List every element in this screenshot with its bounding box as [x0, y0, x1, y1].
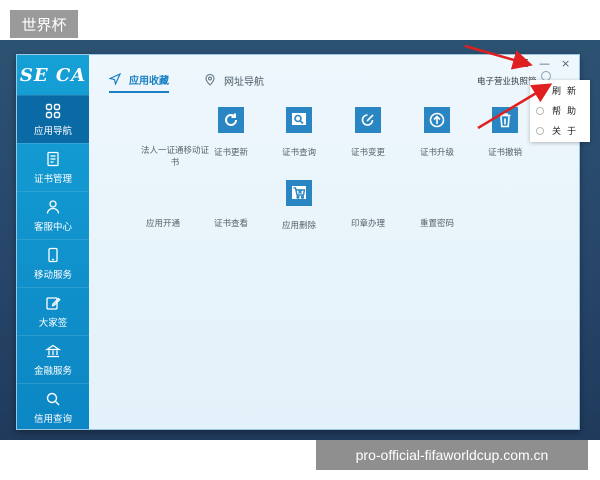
- app-window: SE CA 应用导航 证书管理 客服中心 移动服务 大家签 金融服务 信用查询 …: [16, 54, 580, 430]
- menu-item-about[interactable]: 关于: [530, 121, 590, 140]
- refresh-icon: [225, 113, 237, 126]
- app-label: 证书查看: [213, 219, 248, 229]
- sidebar-item-cert-manage[interactable]: 证书管理: [17, 143, 89, 191]
- sidebar-item-label: 信用查询: [33, 413, 72, 425]
- app-label: 证书查询: [281, 148, 316, 158]
- menu-item-label: 刷新: [552, 87, 583, 97]
- send-icon: [109, 73, 121, 85]
- refresh-icon: [536, 86, 544, 95]
- sidebar-item-label: 应用导航: [33, 125, 72, 137]
- menu-icon[interactable]: ☰: [519, 57, 529, 70]
- user-icon: [46, 199, 60, 214]
- menu-item-refresh[interactable]: 刷新: [530, 81, 590, 100]
- watermark: pro-official-fifaworldcup.com.cn: [316, 440, 588, 470]
- bank-icon: [45, 344, 61, 357]
- app-label: 应用开通: [145, 219, 180, 229]
- app-cert-change[interactable]: 证书变更: [330, 107, 406, 159]
- sidebar: SE CA 应用导航 证书管理 客服中心 移动服务 大家签 金融服务 信用查询: [17, 55, 89, 429]
- sidebar-item-label: 大家签: [38, 317, 68, 329]
- top-bar: 应用收藏 网址导航 电子营业执照管 ☰ — ×: [89, 55, 579, 95]
- grid-icon: [45, 103, 61, 118]
- sidebar-item-credit-query[interactable]: 信用查询: [17, 383, 89, 431]
- tab-label: 应用收藏: [129, 75, 169, 87]
- context-menu: 刷新 帮助 关于: [530, 80, 590, 142]
- edit-icon: [46, 296, 61, 310]
- menu-item-label: 关于: [552, 127, 583, 137]
- app-activation[interactable]: 应用开通: [125, 218, 201, 230]
- search-icon: [292, 113, 306, 125]
- app-delete[interactable]: 应用删除: [261, 180, 337, 232]
- app-tile: [286, 107, 312, 133]
- app-label: 重置密码: [419, 219, 454, 229]
- tab-label: 网址导航: [224, 76, 264, 88]
- app-cert-view[interactable]: 证书查看: [193, 218, 269, 230]
- app-label: 证书更新: [213, 148, 248, 158]
- tab-url-nav[interactable]: 网址导航: [204, 67, 264, 93]
- app-logo: SE CA: [19, 64, 87, 86]
- location-pin-icon: [205, 74, 215, 86]
- document-icon: [47, 151, 59, 166]
- upload-icon: [429, 112, 445, 128]
- help-icon: [536, 106, 544, 115]
- cart-delete-icon: [292, 186, 306, 199]
- app-label: 证书变更: [350, 148, 385, 158]
- app-tile: [218, 107, 244, 133]
- app-label: 证书升级: [419, 148, 454, 158]
- menu-item-help[interactable]: 帮助: [530, 101, 590, 120]
- phone-icon: [48, 247, 58, 262]
- sidebar-item-dajiaqian[interactable]: 大家签: [17, 287, 89, 335]
- sidebar-item-finance[interactable]: 金融服务: [17, 335, 89, 383]
- trash-icon: [499, 113, 511, 128]
- corner-tag: 世界杯: [10, 10, 78, 38]
- search-icon: [46, 392, 60, 405]
- app-tile: [286, 180, 312, 206]
- menu-item-label: 帮助: [552, 107, 583, 117]
- sidebar-item-label: 移动服务: [33, 269, 72, 281]
- app-tile: [355, 107, 381, 133]
- app-reset-password[interactable]: 重置密码: [399, 218, 475, 230]
- sidebar-item-service-center[interactable]: 客服中心: [17, 191, 89, 239]
- info-icon: [536, 126, 544, 135]
- app-label: 印章办理: [350, 219, 385, 229]
- sidebar-item-app-nav[interactable]: 应用导航: [17, 95, 89, 143]
- sidebar-item-mobile-service[interactable]: 移动服务: [17, 239, 89, 287]
- app-cert-upgrade[interactable]: 证书升级: [399, 107, 475, 159]
- app-cert-update[interactable]: 证书更新: [193, 107, 269, 159]
- close-button[interactable]: ×: [561, 57, 570, 70]
- minimize-button[interactable]: —: [539, 57, 550, 70]
- sidebar-item-label: 客服中心: [33, 221, 72, 233]
- app-label: 证书撤销: [487, 148, 522, 158]
- app-tile: [424, 107, 450, 133]
- tab-app-favorites[interactable]: 应用收藏: [109, 67, 169, 93]
- sidebar-item-label: 证书管理: [33, 173, 72, 185]
- edit-icon: [361, 114, 374, 126]
- sidebar-item-label: 金融服务: [33, 365, 72, 377]
- app-seal-handling[interactable]: 印章办理: [330, 218, 406, 230]
- app-cert-query[interactable]: 证书查询: [261, 107, 337, 159]
- app-tile: [492, 107, 518, 133]
- app-label: 应用删除: [281, 221, 316, 231]
